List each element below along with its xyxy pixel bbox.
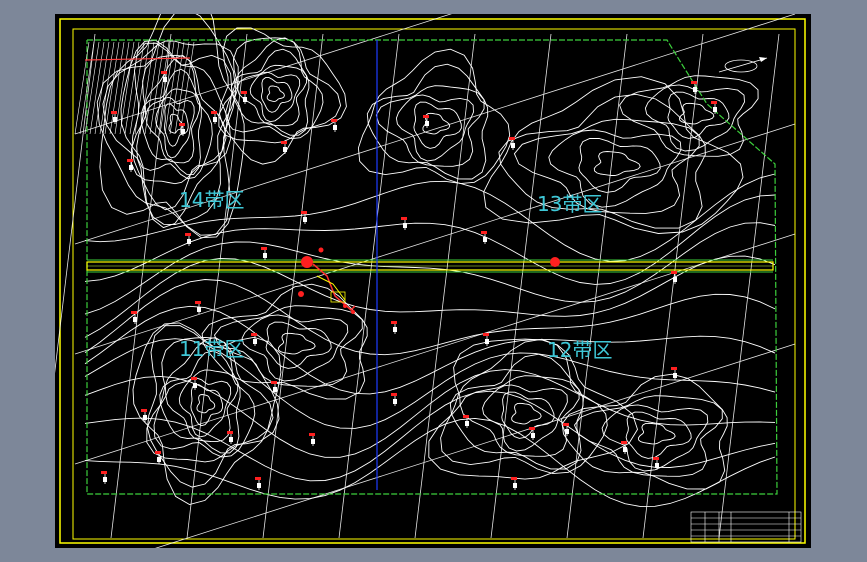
contour-line [395, 94, 474, 162]
zone-label-11: 11带区 [179, 337, 244, 361]
borehole-marker-icon [261, 247, 267, 260]
contour-line [196, 394, 216, 414]
borehole-marker-icon [301, 211, 307, 224]
contour-line [482, 384, 568, 452]
borehole-marker-icon [141, 409, 147, 422]
contour-map-drawing: 14带区 13带区 11带区 12带区 [55, 14, 806, 548]
cad-viewport[interactable]: 14带区 13带区 11带区 12带区 [55, 14, 811, 548]
contour-line [84, 417, 776, 507]
contour-line [278, 332, 316, 355]
contour-line [459, 375, 580, 457]
borehole-marker-icon [509, 137, 515, 150]
borehole-marker-icon [211, 111, 217, 124]
title-block [690, 511, 802, 543]
zone-label-12: 12带区 [547, 338, 612, 362]
contour-line [561, 373, 728, 490]
borehole-marker-icon [227, 431, 233, 444]
contour-line [190, 384, 224, 427]
contour-line [357, 48, 511, 185]
borehole-marker-icon [131, 311, 137, 324]
contour-line [165, 369, 239, 443]
contour-line [241, 314, 349, 382]
contour-line [644, 84, 745, 152]
contour-line [145, 88, 200, 164]
contour-line [501, 391, 555, 439]
contour-line [449, 353, 584, 470]
borehole-marker-icon [195, 301, 201, 314]
mining-boundary [86, 39, 778, 495]
borehole-marker-icon [483, 333, 489, 346]
grid-line-v [490, 33, 552, 539]
contour-line [593, 151, 641, 176]
contour-line [265, 321, 332, 369]
contour-line [573, 395, 723, 477]
north-arrow-icon [718, 57, 768, 73]
grid-line-v [642, 33, 704, 539]
contour-line [578, 138, 661, 193]
borehole-marker-icon [391, 393, 397, 406]
borehole-marker-icon [391, 321, 397, 334]
borehole-marker-icon [309, 433, 315, 446]
contour-line [638, 422, 676, 445]
borehole-marker-icon [155, 451, 161, 464]
borehole-markers [101, 71, 717, 490]
borehole-marker-icon [463, 415, 469, 428]
borehole-marker-icon [481, 231, 487, 244]
borehole-marker-icon [127, 159, 133, 172]
borehole-marker-icon [331, 119, 337, 132]
borehole-marker-icon [255, 477, 261, 490]
contour-line [413, 101, 462, 149]
borehole-marker-icon [251, 333, 257, 346]
contour-line [261, 77, 293, 113]
grid-line-v [262, 33, 324, 539]
contour-line [266, 85, 285, 102]
borehole-marker-icon [671, 271, 677, 284]
zone-label-13: 13带区 [537, 192, 602, 216]
contour-line [619, 75, 759, 157]
borehole-marker-icon [401, 217, 407, 230]
zone-label-14: 14带区 [179, 188, 244, 212]
borehole-marker-icon [511, 477, 517, 490]
shaft-area [298, 247, 560, 314]
grid-line-h [155, 343, 796, 548]
contour-line [84, 390, 776, 482]
borehole-marker-icon [281, 141, 287, 154]
borehole-marker-icon [101, 471, 107, 484]
contour-line [375, 85, 485, 167]
borehole-marker-icon [671, 367, 677, 380]
